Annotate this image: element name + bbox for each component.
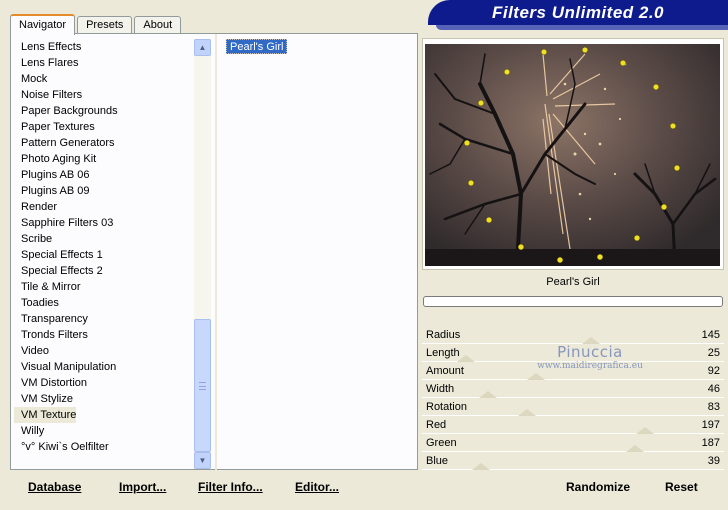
category-item[interactable]: Scribe xyxy=(14,231,192,247)
param-label: Length xyxy=(426,347,460,359)
param-amount[interactable]: Amount 92 xyxy=(422,362,724,380)
scroll-down-button[interactable]: ▼ xyxy=(194,452,211,469)
tab-about[interactable]: About xyxy=(134,16,182,34)
category-item[interactable]: VM Stylize xyxy=(14,391,192,407)
filter-item-selected[interactable]: Pearl's Girl xyxy=(226,39,288,54)
progress-bar xyxy=(423,296,723,307)
database-button[interactable]: Database xyxy=(28,479,81,495)
tab-bar: Navigator Presets About xyxy=(10,12,183,35)
reset-label: Reset xyxy=(665,480,698,494)
category-item[interactable]: VM Texture xyxy=(14,407,76,423)
editor-label: Editor... xyxy=(295,480,340,494)
randomize-button[interactable]: Randomize xyxy=(566,479,630,495)
param-label: Width xyxy=(426,383,455,395)
filter-info-button[interactable]: Filter Info... xyxy=(198,479,263,495)
category-item[interactable]: Tile & Mirror xyxy=(14,279,192,295)
param-rotation[interactable]: Rotation 83 xyxy=(422,398,724,416)
param-green[interactable]: Green 187 xyxy=(422,434,724,452)
param-label: Red xyxy=(426,419,447,431)
category-item[interactable]: Noise Filters xyxy=(14,87,192,103)
slider-track xyxy=(422,469,724,470)
category-item[interactable]: Pattern Generators xyxy=(14,135,192,151)
filter-list: Pearl's Girl xyxy=(226,39,288,54)
filter-info-label: Filter Info... xyxy=(198,480,263,494)
tab-navigator[interactable]: Navigator xyxy=(10,14,76,35)
param-length[interactable]: Length 25 xyxy=(422,344,724,362)
category-item[interactable]: Transparency xyxy=(14,311,192,327)
param-label: Blue xyxy=(426,455,449,467)
current-filter-name: Pearl's Girl xyxy=(546,276,600,288)
category-item[interactable]: Plugins AB 06 xyxy=(14,167,192,183)
slider-thumb[interactable] xyxy=(457,355,476,362)
category-list: Lens Effects Lens Flares Mock Noise Filt… xyxy=(14,39,192,469)
category-item[interactable]: Mock xyxy=(14,71,192,87)
param-label: Radius xyxy=(426,329,461,341)
category-item[interactable]: Special Effects 2 xyxy=(14,263,192,279)
param-width[interactable]: Width 46 xyxy=(422,380,724,398)
import-button[interactable]: Import... xyxy=(119,479,166,495)
parameter-list: Radius 145 Length 25 Amount 92 Width 46 … xyxy=(422,326,724,470)
category-item[interactable]: VM Distortion xyxy=(14,375,192,391)
param-value: 197 xyxy=(701,419,720,431)
category-item[interactable]: Plugins AB 09 xyxy=(14,183,192,199)
slider-thumb[interactable] xyxy=(478,391,497,398)
slider-thumb[interactable] xyxy=(636,427,655,434)
slider-thumb[interactable] xyxy=(526,373,545,380)
slider-thumb[interactable] xyxy=(626,445,645,452)
param-value: 25 xyxy=(707,347,720,359)
category-item[interactable]: Lens Effects xyxy=(14,39,192,55)
param-value: 145 xyxy=(701,329,720,341)
preview-image[interactable] xyxy=(425,44,720,268)
param-radius[interactable]: Radius 145 xyxy=(422,326,724,344)
category-item[interactable]: Special Effects 1 xyxy=(14,247,192,263)
category-item[interactable]: Paper Textures xyxy=(14,119,192,135)
param-label: Green xyxy=(426,437,457,449)
param-value: 187 xyxy=(701,437,720,449)
app-banner: Filters Unlimited 2.0 xyxy=(428,0,728,25)
category-item[interactable]: Visual Manipulation xyxy=(14,359,192,375)
category-item[interactable]: °v° Kiwi`s Oelfilter xyxy=(14,439,192,455)
category-item[interactable]: Toadies xyxy=(14,295,192,311)
scroll-up-button[interactable]: ▲ xyxy=(194,39,211,56)
category-scrollbar[interactable]: ▲ ▼ xyxy=(194,39,211,469)
editor-button[interactable]: Editor... xyxy=(295,479,339,495)
param-value: 39 xyxy=(707,455,720,467)
category-item[interactable]: Video xyxy=(14,343,192,359)
param-value: 92 xyxy=(707,365,720,377)
randomize-label: Randomize xyxy=(566,480,631,494)
panel-divider xyxy=(215,34,217,470)
category-item[interactable]: Tronds Filters xyxy=(14,327,192,343)
fireworks-tree-picture xyxy=(425,44,720,268)
category-item[interactable]: Photo Aging Kit xyxy=(14,151,192,167)
param-label: Amount xyxy=(426,365,464,377)
param-label: Rotation xyxy=(426,401,467,413)
reset-button[interactable]: Reset xyxy=(665,479,698,495)
scroll-thumb[interactable] xyxy=(194,319,211,452)
category-item[interactable]: Sapphire Filters 03 xyxy=(14,215,192,231)
grip-icon xyxy=(199,382,206,390)
slider-thumb[interactable] xyxy=(471,463,490,470)
param-value: 46 xyxy=(707,383,720,395)
category-item[interactable]: Paper Backgrounds xyxy=(14,103,192,119)
param-red[interactable]: Red 197 xyxy=(422,416,724,434)
banner-shadow xyxy=(436,25,728,30)
slider-thumb[interactable] xyxy=(582,337,601,344)
param-value: 83 xyxy=(707,401,720,413)
param-blue[interactable]: Blue 39 xyxy=(422,452,724,470)
category-item[interactable]: Willy xyxy=(14,423,192,439)
category-item[interactable]: Render xyxy=(14,199,192,215)
import-label: Import... xyxy=(119,480,167,494)
database-label: Database xyxy=(28,480,82,494)
slider-thumb[interactable] xyxy=(517,409,536,416)
tab-presets[interactable]: Presets xyxy=(77,16,133,34)
category-item[interactable]: Lens Flares xyxy=(14,55,192,71)
